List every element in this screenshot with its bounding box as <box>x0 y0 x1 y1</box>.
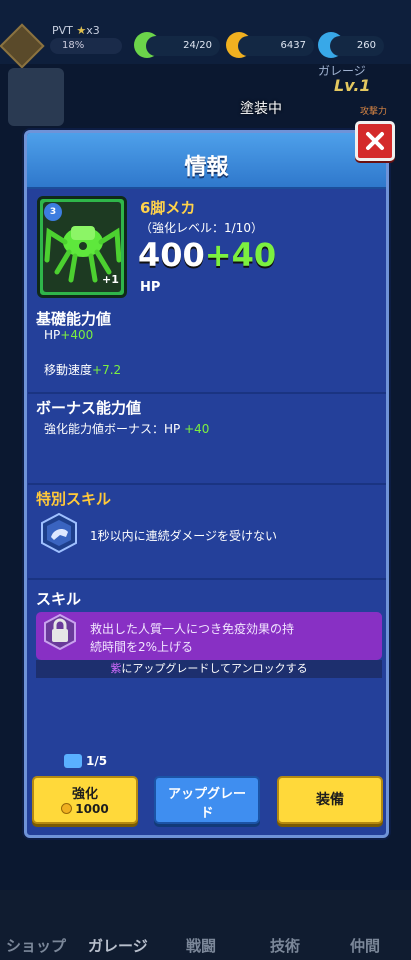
special-skill-icon <box>41 513 77 553</box>
rank-progress: 18% <box>50 38 122 54</box>
main-stat-bonus: +40 <box>204 236 277 274</box>
special-skill-text: 1秒以内に連続ダメージを受けない <box>90 529 278 543</box>
upgrade-label: アップグレー <box>167 787 246 802</box>
side-stat-label: 攻撃力 <box>360 107 388 117</box>
skill-description: 救出した人質一人につき免疫効果の持 続時間を2%上げる <box>90 622 295 654</box>
main-stat-base: 400 <box>138 236 205 274</box>
upgrade-button[interactable]: アップグレー ド <box>154 776 260 824</box>
base-hp-line: HP+400 <box>44 328 94 342</box>
unlock-note: 紫にアップグレードしてアンロックする <box>36 660 382 678</box>
main-stat-unit: HP <box>140 280 161 295</box>
garage-level: Lv.1 <box>334 76 371 95</box>
item-card: 3 +1 <box>37 196 127 298</box>
equip-button[interactable]: 装備 <box>277 776 383 824</box>
gold-counter: 6437 <box>238 36 314 56</box>
main-stat: 400+40 <box>138 236 276 274</box>
item-plus-level: +1 <box>102 273 119 286</box>
modal-title: 情報 <box>184 155 229 180</box>
item-name: 6脚メカ <box>140 199 196 217</box>
upgrade-label-line2: ド <box>200 806 214 821</box>
coin-icon <box>61 803 73 814</box>
garage-slot-thumbnail[interactable] <box>8 68 64 126</box>
item-level-badge: 3 <box>44 203 62 221</box>
skill-title: スキル <box>36 590 82 608</box>
gem-counter: 260 <box>330 36 384 56</box>
divider <box>28 392 386 394</box>
special-skill-title: 特別スキル <box>36 490 112 508</box>
nav-battle[interactable]: 戦闘 <box>186 935 216 956</box>
divider <box>28 483 386 485</box>
lock-icon <box>44 614 76 650</box>
base-stats-title: 基礎能力値 <box>36 310 112 328</box>
enhance-cost: 1000 <box>34 802 136 816</box>
rank-label: PVT ★x3 <box>52 24 100 37</box>
nav-garage[interactable]: ガレージ <box>88 935 148 956</box>
close-button[interactable] <box>355 121 395 161</box>
energy-counter: 24/20 <box>146 36 220 56</box>
bonus-stats-title: ボーナス能力値 <box>36 399 142 417</box>
base-speed-line: 移動速度+7.2 <box>44 363 122 377</box>
nav-shop[interactable]: ショップ <box>6 935 66 956</box>
enhance-level: （強化レベル：1/10） <box>140 221 263 235</box>
divider <box>28 578 386 580</box>
close-icon <box>366 132 384 150</box>
nav-friends[interactable]: 仲間 <box>350 935 380 956</box>
bonus-stat-line: 強化能力値ボーナス：HP +40 <box>44 422 210 436</box>
enhance-button[interactable]: 強化 1000 <box>32 776 138 824</box>
enhance-label: 強化 <box>71 787 98 802</box>
painting-status: 塗装中 <box>240 101 282 117</box>
modal-header: 情報 <box>27 133 386 189</box>
shard-count: 1/5 <box>86 754 108 768</box>
shard-icon <box>64 754 82 768</box>
nav-tech[interactable]: 技術 <box>270 935 300 956</box>
